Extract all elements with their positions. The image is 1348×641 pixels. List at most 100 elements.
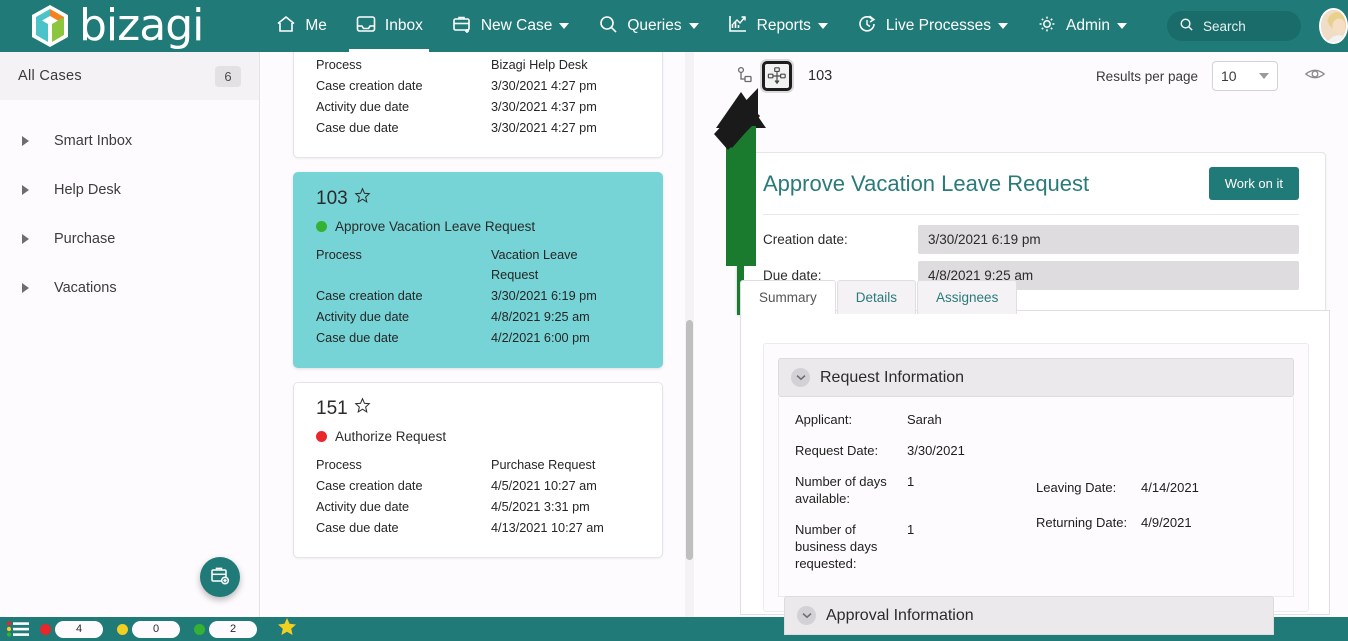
gear-icon	[1036, 14, 1058, 39]
case-field-row: Case due date 4/13/2021 10:27 am	[316, 518, 644, 538]
field-value: 4/5/2021 3:31 pm	[491, 500, 590, 514]
case-id-label: 103	[316, 187, 348, 209]
tab-assignees[interactable]: Assignees	[917, 280, 1018, 314]
sidebar-header[interactable]: All Cases 6	[0, 52, 259, 100]
chevron-down-icon	[791, 368, 810, 387]
nav-item-queries[interactable]: Queries	[583, 0, 712, 52]
detail-case-id: 103	[808, 68, 833, 84]
tab-details[interactable]: Details	[836, 280, 917, 314]
status-pill-overdue[interactable]: 4	[40, 620, 103, 638]
sidebar-item-purchase[interactable]: Purchase	[0, 214, 259, 263]
nav-label-live-processes: Live Processes	[885, 17, 992, 34]
creation-date-value: 3/30/2021 6:19 pm	[918, 225, 1299, 254]
top-navigation-bar: bizagi Me Inbox New Case Queries Reports…	[0, 0, 1348, 52]
nav-item-reports[interactable]: Reports	[713, 0, 842, 52]
field-label: Activity due date	[316, 500, 410, 514]
request-fields-right-column: Leaving Date: 4/14/2021 Returning Date: …	[1036, 411, 1277, 586]
detail-toolbar: 103 Results per page 10	[708, 52, 1348, 100]
nav-item-new-case[interactable]: New Case	[437, 0, 584, 52]
divider	[763, 214, 1299, 215]
field-value: 4/8/2021 9:25 am	[491, 310, 590, 324]
summary-tab-panel: Request Information Applicant: Sarah Req…	[740, 310, 1330, 615]
field-label: Process	[316, 458, 362, 472]
case-list-scrollbar-thumb[interactable]	[686, 320, 693, 560]
case-card[interactable]: 151 Authorize Request Process Purchase R…	[293, 382, 663, 558]
field-label: Process	[316, 58, 362, 72]
field-label: Leaving Date:	[1036, 480, 1117, 495]
field-value: 3/30/2021 4:27 pm	[491, 121, 597, 135]
favorite-star-icon[interactable]	[354, 397, 371, 420]
field-returning-date: Returning Date: 4/9/2021	[1036, 514, 1277, 531]
section-title: Request Information	[820, 368, 965, 386]
favorite-star-icon[interactable]	[354, 187, 371, 210]
nav-label-new-case: New Case	[480, 17, 553, 34]
field-applicant: Applicant: Sarah	[795, 411, 1036, 428]
status-pill-ontime[interactable]: 2	[194, 620, 257, 638]
status-pill-atrisk[interactable]: 0	[117, 620, 180, 638]
creation-date-label: Creation date:	[763, 232, 848, 247]
chevron-down-icon	[817, 23, 828, 29]
field-label: Case creation date	[316, 79, 423, 93]
home-icon	[275, 14, 297, 39]
status-list-icon[interactable]	[6, 620, 29, 638]
field-value: 4/5/2021 10:27 am	[491, 479, 597, 493]
sidebar-item-vacations[interactable]: Vacations	[0, 263, 259, 312]
case-card-selected[interactable]: 103 Approve Vacation Leave Request Proce…	[293, 172, 663, 368]
nav-item-live-processes[interactable]: Live Processes	[842, 0, 1022, 52]
nav-item-admin[interactable]: Admin	[1022, 0, 1141, 52]
field-label: Request Date:	[795, 443, 879, 458]
work-on-it-button[interactable]: Work on it	[1208, 167, 1299, 200]
case-card[interactable]: Open Case Process Bizagi Help Desk Case …	[293, 52, 663, 158]
sidebar-item-smart-inbox[interactable]: Smart Inbox	[0, 116, 259, 165]
chevron-down-icon	[998, 23, 1009, 29]
case-status-label: Authorize Request	[335, 429, 447, 444]
request-information-section-header[interactable]: Request Information	[778, 358, 1294, 397]
field-label: Case due date	[316, 331, 399, 345]
field-value: Bizagi Help Desk	[491, 58, 588, 72]
favorites-star-icon[interactable]	[277, 617, 297, 641]
case-id: 151	[316, 397, 644, 420]
brand-logo-area[interactable]: bizagi	[30, 4, 204, 48]
approval-information-section-header[interactable]: Approval Information	[784, 596, 1274, 635]
nav-label-admin: Admin	[1066, 17, 1110, 34]
case-field-row: Case due date 3/30/2021 4:27 pm	[316, 118, 644, 138]
field-value: 1	[907, 522, 915, 537]
field-value: 3/30/2021 4:27 pm	[491, 79, 597, 93]
sidebar-list: Smart Inbox Help Desk Purchase Vacations	[0, 100, 259, 312]
avatar[interactable]	[1319, 8, 1348, 44]
field-value: Vacation Leave Request	[491, 248, 578, 282]
field-label: Returning Date:	[1036, 515, 1128, 530]
new-case-fab-button[interactable]	[200, 557, 240, 597]
tab-summary[interactable]: Summary	[740, 280, 836, 314]
field-label: Case creation date	[316, 289, 423, 303]
status-count: 2	[209, 620, 257, 638]
process-diagram-icon[interactable]	[762, 61, 792, 91]
app-root: bizagi Me Inbox New Case Queries Reports…	[0, 0, 1348, 641]
search-placeholder-text: Search	[1202, 18, 1246, 34]
results-per-page-select[interactable]: 10	[1212, 61, 1278, 91]
sidebar-item-help-desk[interactable]: Help Desk	[0, 165, 259, 214]
detail-tabs: Summary Details Assignees	[740, 280, 1018, 314]
field-value: Purchase Request	[491, 458, 596, 472]
nav-item-inbox[interactable]: Inbox	[341, 0, 437, 52]
search-input[interactable]: Search	[1166, 11, 1302, 41]
field-value: 3/30/2021	[907, 443, 965, 458]
case-tree-icon[interactable]	[736, 66, 754, 86]
eye-icon[interactable]	[1304, 65, 1326, 88]
field-label: Number of business days requested:	[795, 522, 878, 571]
nav-items: Me Inbox New Case Queries Reports Live P…	[261, 0, 1141, 52]
case-field-row: Process Bizagi Help Desk	[316, 55, 644, 75]
field-label: Number of days available:	[795, 474, 887, 506]
results-per-page-label: Results per page	[1095, 68, 1198, 84]
sidebar-item-label: Vacations	[54, 279, 117, 296]
case-field-row: Activity due date 4/5/2021 3:31 pm	[316, 497, 644, 517]
field-days-available: Number of days available: 1	[795, 473, 1036, 507]
nav-item-me[interactable]: Me	[261, 0, 341, 52]
case-field-row: Activity due date 4/8/2021 9:25 am	[316, 307, 644, 327]
status-dot-icon	[316, 431, 327, 442]
chevron-down-icon	[797, 606, 816, 625]
case-status-label: Approve Vacation Leave Request	[335, 219, 536, 234]
case-field-row: Process Vacation Leave Request	[316, 245, 644, 285]
creation-date-row: Creation date: 3/30/2021 6:19 pm	[763, 225, 1299, 254]
case-field-row: Process Purchase Request	[316, 455, 644, 475]
